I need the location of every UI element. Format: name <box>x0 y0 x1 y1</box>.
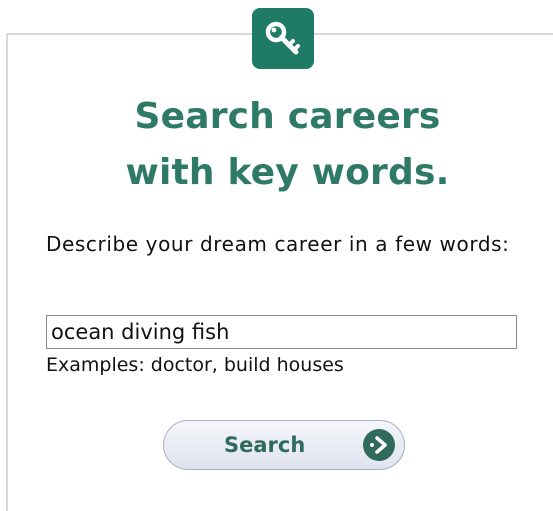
search-prompt: Describe your dream career in a few word… <box>46 232 510 256</box>
arrow-right-circle-icon <box>363 429 395 461</box>
keyword-search-input[interactable] <box>46 315 517 349</box>
search-button[interactable]: Search <box>163 420 405 470</box>
search-button-label: Search <box>224 433 306 457</box>
page-title-line-2: with key words. <box>125 152 450 193</box>
search-examples: Examples: doctor, build houses <box>46 354 344 376</box>
key-icon <box>252 8 314 69</box>
key-glyph <box>265 21 300 54</box>
career-search-page: Search careers with key words. Describe … <box>0 0 553 511</box>
page-title-line-1: Search careers <box>134 96 441 137</box>
